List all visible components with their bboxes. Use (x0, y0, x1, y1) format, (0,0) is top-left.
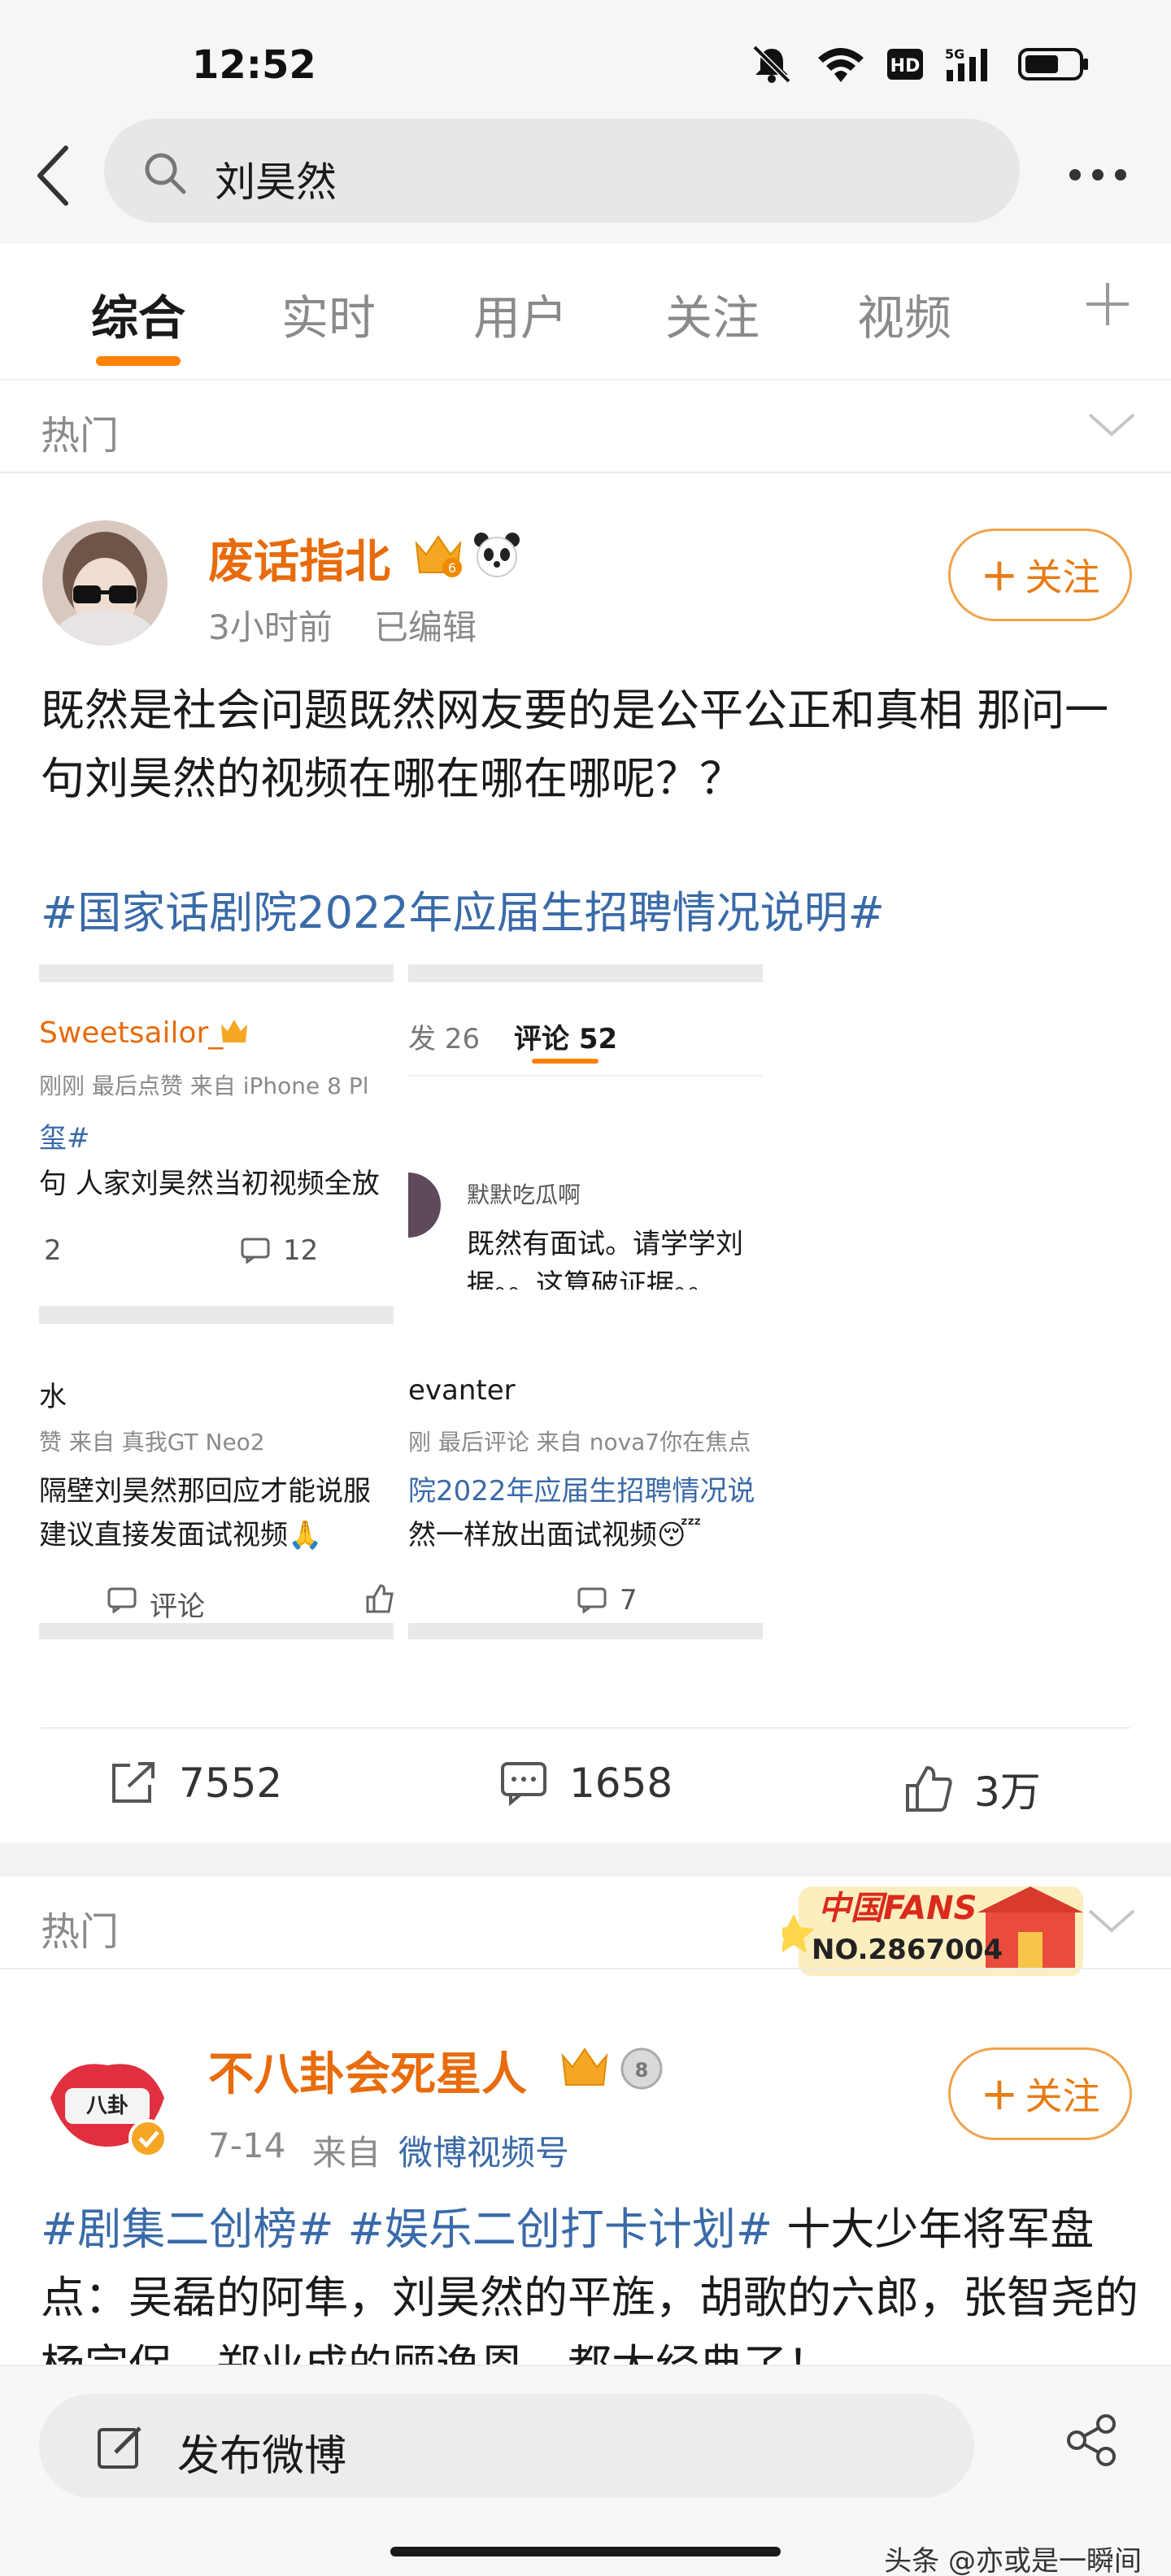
like-count: 3万 (974, 1769, 1041, 1816)
tab-users[interactable]: 用户 (473, 280, 568, 348)
battery-icon (1018, 48, 1088, 80)
tab-comprehensive[interactable]: 综合 (91, 280, 185, 348)
post-actions: 7552 1658 3万 (0, 1732, 1171, 1843)
search-input[interactable]: 刘昊然 (104, 119, 1020, 223)
avatar[interactable] (42, 520, 168, 646)
active-tab-indicator (96, 356, 181, 366)
search-tabs: 综合 实时 用户 关注 视频 (0, 244, 1171, 381)
collage-image-4[interactable]: evanter 刚 最后评论 来自 nova7你在焦点 院2022年应届生招聘情… (408, 1306, 763, 1639)
chevron-down-icon[interactable] (1086, 408, 1137, 441)
comment-icon (501, 1762, 546, 1806)
comment-button[interactable]: 1658 (499, 1760, 673, 1807)
repost-count: 7552 (179, 1760, 283, 1807)
hd-icon: HD (887, 49, 923, 80)
source-prefix: 来自 (312, 2133, 381, 2173)
avatar[interactable]: 八卦 (42, 2041, 168, 2166)
vip-crown-icon (221, 1020, 247, 1042)
comment-icon (107, 1587, 137, 1613)
svg-text:6: 6 (448, 560, 456, 576)
avatar-image: 八卦 (50, 2064, 168, 2158)
collage-image-1[interactable]: Sweetsailor_ 刚刚 最后点赞 来自 iPhone 8 Pl 玺# 句… (39, 964, 394, 1290)
svg-text:八卦: 八卦 (86, 2094, 128, 2118)
repost-icon (112, 1762, 155, 1803)
panda-icon (474, 533, 520, 577)
like-icon (366, 1584, 394, 1613)
fans-badge-title: 中国FANS (818, 1890, 977, 1927)
collage-image-2[interactable]: 发 26 评论 52 默默吃瓜啊 既然有面试。请学学刘 据。。这算破证据。。 (408, 964, 763, 1290)
plus-icon: + (980, 548, 1019, 602)
post-time: 7-14 (208, 2126, 286, 2165)
compose-bar: 发布微博 头条 @亦或是一瞬间 (0, 2365, 1171, 2576)
like-button[interactable]: 3万 (904, 1760, 1041, 1818)
svg-text:8: 8 (635, 2059, 649, 2082)
share-icon[interactable] (1065, 2413, 1119, 2467)
chevron-down-icon[interactable] (1086, 1904, 1137, 1937)
edit-icon (98, 2426, 141, 2469)
watermark: 头条 @亦或是一瞬间 (884, 2545, 1142, 2576)
author-name[interactable]: 不八卦会死星人 (208, 2038, 527, 2104)
follow-button[interactable]: + 关注 (948, 2047, 1132, 2140)
more-options-button[interactable] (1057, 146, 1138, 203)
search-icon (145, 153, 186, 194)
repost-button[interactable]: 7552 (109, 1760, 282, 1807)
follow-label: 关注 (1025, 2074, 1100, 2118)
avatar-image (42, 520, 168, 646)
compose-weibo-button[interactable]: 发布微博 (39, 2394, 974, 2498)
fans-badge-number: NO.2867004 (812, 1934, 1003, 1966)
divider (41, 1727, 1130, 1729)
home-indicator[interactable] (390, 2547, 781, 2556)
section-label: 热门 (41, 413, 120, 459)
comment-icon (241, 1238, 270, 1264)
source-link[interactable]: 微博视频号 (398, 2126, 569, 2175)
search-query: 刘昊然 (215, 159, 337, 206)
medal-icon: 8 (620, 2047, 663, 2090)
hashtag-link[interactable]: #剧集二创榜# (41, 2204, 334, 2255)
plus-icon: + (980, 2067, 1019, 2121)
mute-icon (752, 45, 791, 84)
add-tab-icon[interactable] (1083, 280, 1132, 329)
tab-following[interactable]: 关注 (665, 280, 760, 348)
fans-badge: 中国FANS NO.2867004 (773, 1870, 1091, 1992)
follow-label: 关注 (1025, 555, 1100, 599)
tab-realtime[interactable]: 实时 (281, 280, 376, 348)
tab-video[interactable]: 视频 (857, 280, 951, 348)
follow-button[interactable]: + 关注 (948, 529, 1132, 621)
svg-text:5G: 5G (945, 46, 964, 62)
post-image-collage[interactable]: Sweetsailor_ 刚刚 最后点赞 来自 iPhone 8 Pl 玺# 句… (39, 964, 763, 1664)
commenter-avatar (408, 1173, 441, 1238)
status-bar: 12:52 HD 5G (0, 0, 1171, 122)
signal-icon: 5G (945, 46, 987, 81)
vip-crown-icon: 6 (415, 535, 462, 577)
hashtag-link[interactable]: #娱乐二创打卡计划# (348, 2204, 773, 2255)
back-button[interactable] (24, 135, 81, 216)
svg-text:HD: HD (890, 56, 921, 76)
section-header-hot: 热门 (0, 381, 1171, 473)
comment-icon (577, 1587, 607, 1613)
section-label: 热门 (41, 1909, 120, 1955)
status-icons: HD 5G (748, 44, 1090, 85)
like-icon (906, 1766, 952, 1812)
author-name[interactable]: 废话指北 (208, 525, 390, 591)
compose-label: 发布微博 (177, 2432, 347, 2481)
collage-image-3[interactable]: 水 赞 来自 真我GT Neo2 隔壁刘昊然那回应才能说服 建议直接发面试视频🙏… (39, 1306, 394, 1639)
comment-count: 1658 (569, 1760, 673, 1807)
back-arrow-icon (37, 146, 68, 206)
wifi-icon (818, 48, 864, 82)
divider (0, 472, 1171, 473)
edited-label: 已编辑 (374, 607, 477, 647)
post-text: #剧集二创榜# #娱乐二创打卡计划# 十大少年将军盘点：吴磊的阿隼，刘昊然的平旌… (41, 2195, 1147, 2365)
post-topic-link[interactable]: #国家话剧院2022年应届生招聘情况说明# (41, 877, 885, 941)
post-text: 既然是社会问题既然网友要的是公平公正和真相 那问一句刘昊然的视频在哪在哪在哪呢？… (41, 685, 1109, 804)
divider (0, 1968, 1171, 1969)
vip-crown-icon (561, 2047, 608, 2086)
status-time: 12:52 (192, 42, 316, 88)
search-header: 刘昊然 (0, 114, 1171, 244)
post-time: 3小时前 (208, 607, 333, 647)
